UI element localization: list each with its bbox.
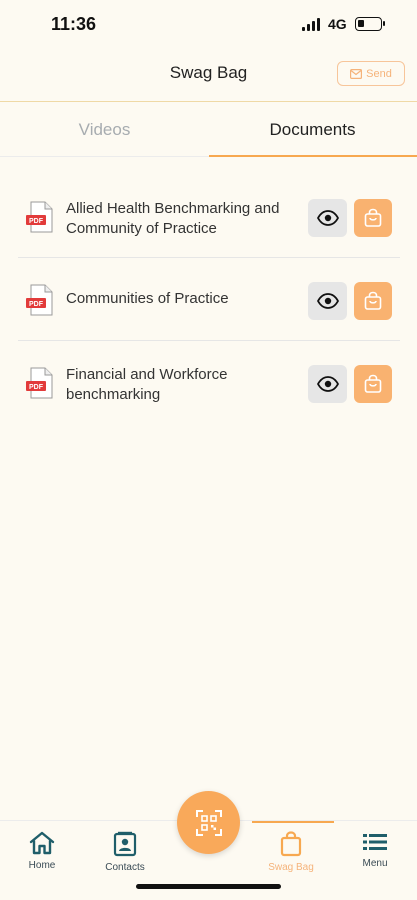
add-to-bag-button[interactable] [354,282,392,320]
send-label: Send [366,67,392,80]
battery-icon [355,17,385,31]
home-indicator [136,884,281,889]
nav-active-indicator [252,821,334,823]
eye-icon [316,293,339,309]
documents-list: PDF Allied Health Benchmarking and Commu… [18,175,400,424]
envelope-icon [350,68,363,79]
home-icon [29,831,55,855]
pdf-icon: PDF [26,367,53,399]
nav-swag-bag-label: Swag Bag [268,862,314,873]
app-header: Swag Bag Send [0,50,417,102]
pdf-icon: PDF [26,201,53,233]
scan-fab-button[interactable] [177,791,240,854]
nav-home[interactable]: Home [7,831,77,871]
eye-icon [316,210,339,226]
svg-text:PDF: PDF [29,384,44,391]
nav-menu[interactable]: Menu [340,831,410,869]
add-to-bag-button[interactable] [354,199,392,237]
shopping-bag-icon [280,831,302,857]
signal-icon [302,17,322,31]
document-item[interactable]: PDF Communities of Practice [18,258,400,341]
qr-scan-icon [195,809,222,836]
network-type: 4G [328,16,347,32]
nav-contacts[interactable]: Contacts [90,831,160,873]
menu-icon [363,834,387,850]
nav-home-label: Home [28,860,56,871]
nav-swag-bag[interactable]: Swag Bag [256,831,326,873]
tab-bar: Videos Documents [0,103,417,157]
eye-icon [316,376,339,392]
document-title: Communities of Practice [66,290,229,307]
svg-text:PDF: PDF [29,301,44,308]
view-button[interactable] [308,282,347,320]
send-button[interactable]: Send [337,61,405,86]
view-button[interactable] [308,365,347,403]
swag-bag-screen: 11:36 4G Swag Bag Send Videos Documents [0,0,417,900]
status-bar: 11:36 4G [0,0,417,50]
document-title: Allied Health Benchmarking and Community… [66,200,280,237]
tab-videos[interactable]: Videos [0,103,209,157]
shopping-bag-icon [364,208,382,227]
active-tab-indicator [209,155,417,157]
document-item[interactable]: PDF Financial and Workforce benchmarking [18,341,400,424]
document-title: Financial and Workforce benchmarking [66,366,228,403]
add-to-bag-button[interactable] [354,365,392,403]
svg-text:PDF: PDF [29,218,44,225]
tab-documents[interactable]: Documents [208,103,417,157]
shopping-bag-icon [364,374,382,393]
nav-contacts-label: Contacts [105,862,145,873]
pdf-icon: PDF [26,284,53,316]
contacts-icon [113,831,137,857]
status-time: 11:36 [51,14,97,34]
document-item[interactable]: PDF Allied Health Benchmarking and Commu… [18,175,400,258]
shopping-bag-icon [364,291,382,310]
nav-menu-label: Menu [362,858,388,869]
view-button[interactable] [308,199,347,237]
